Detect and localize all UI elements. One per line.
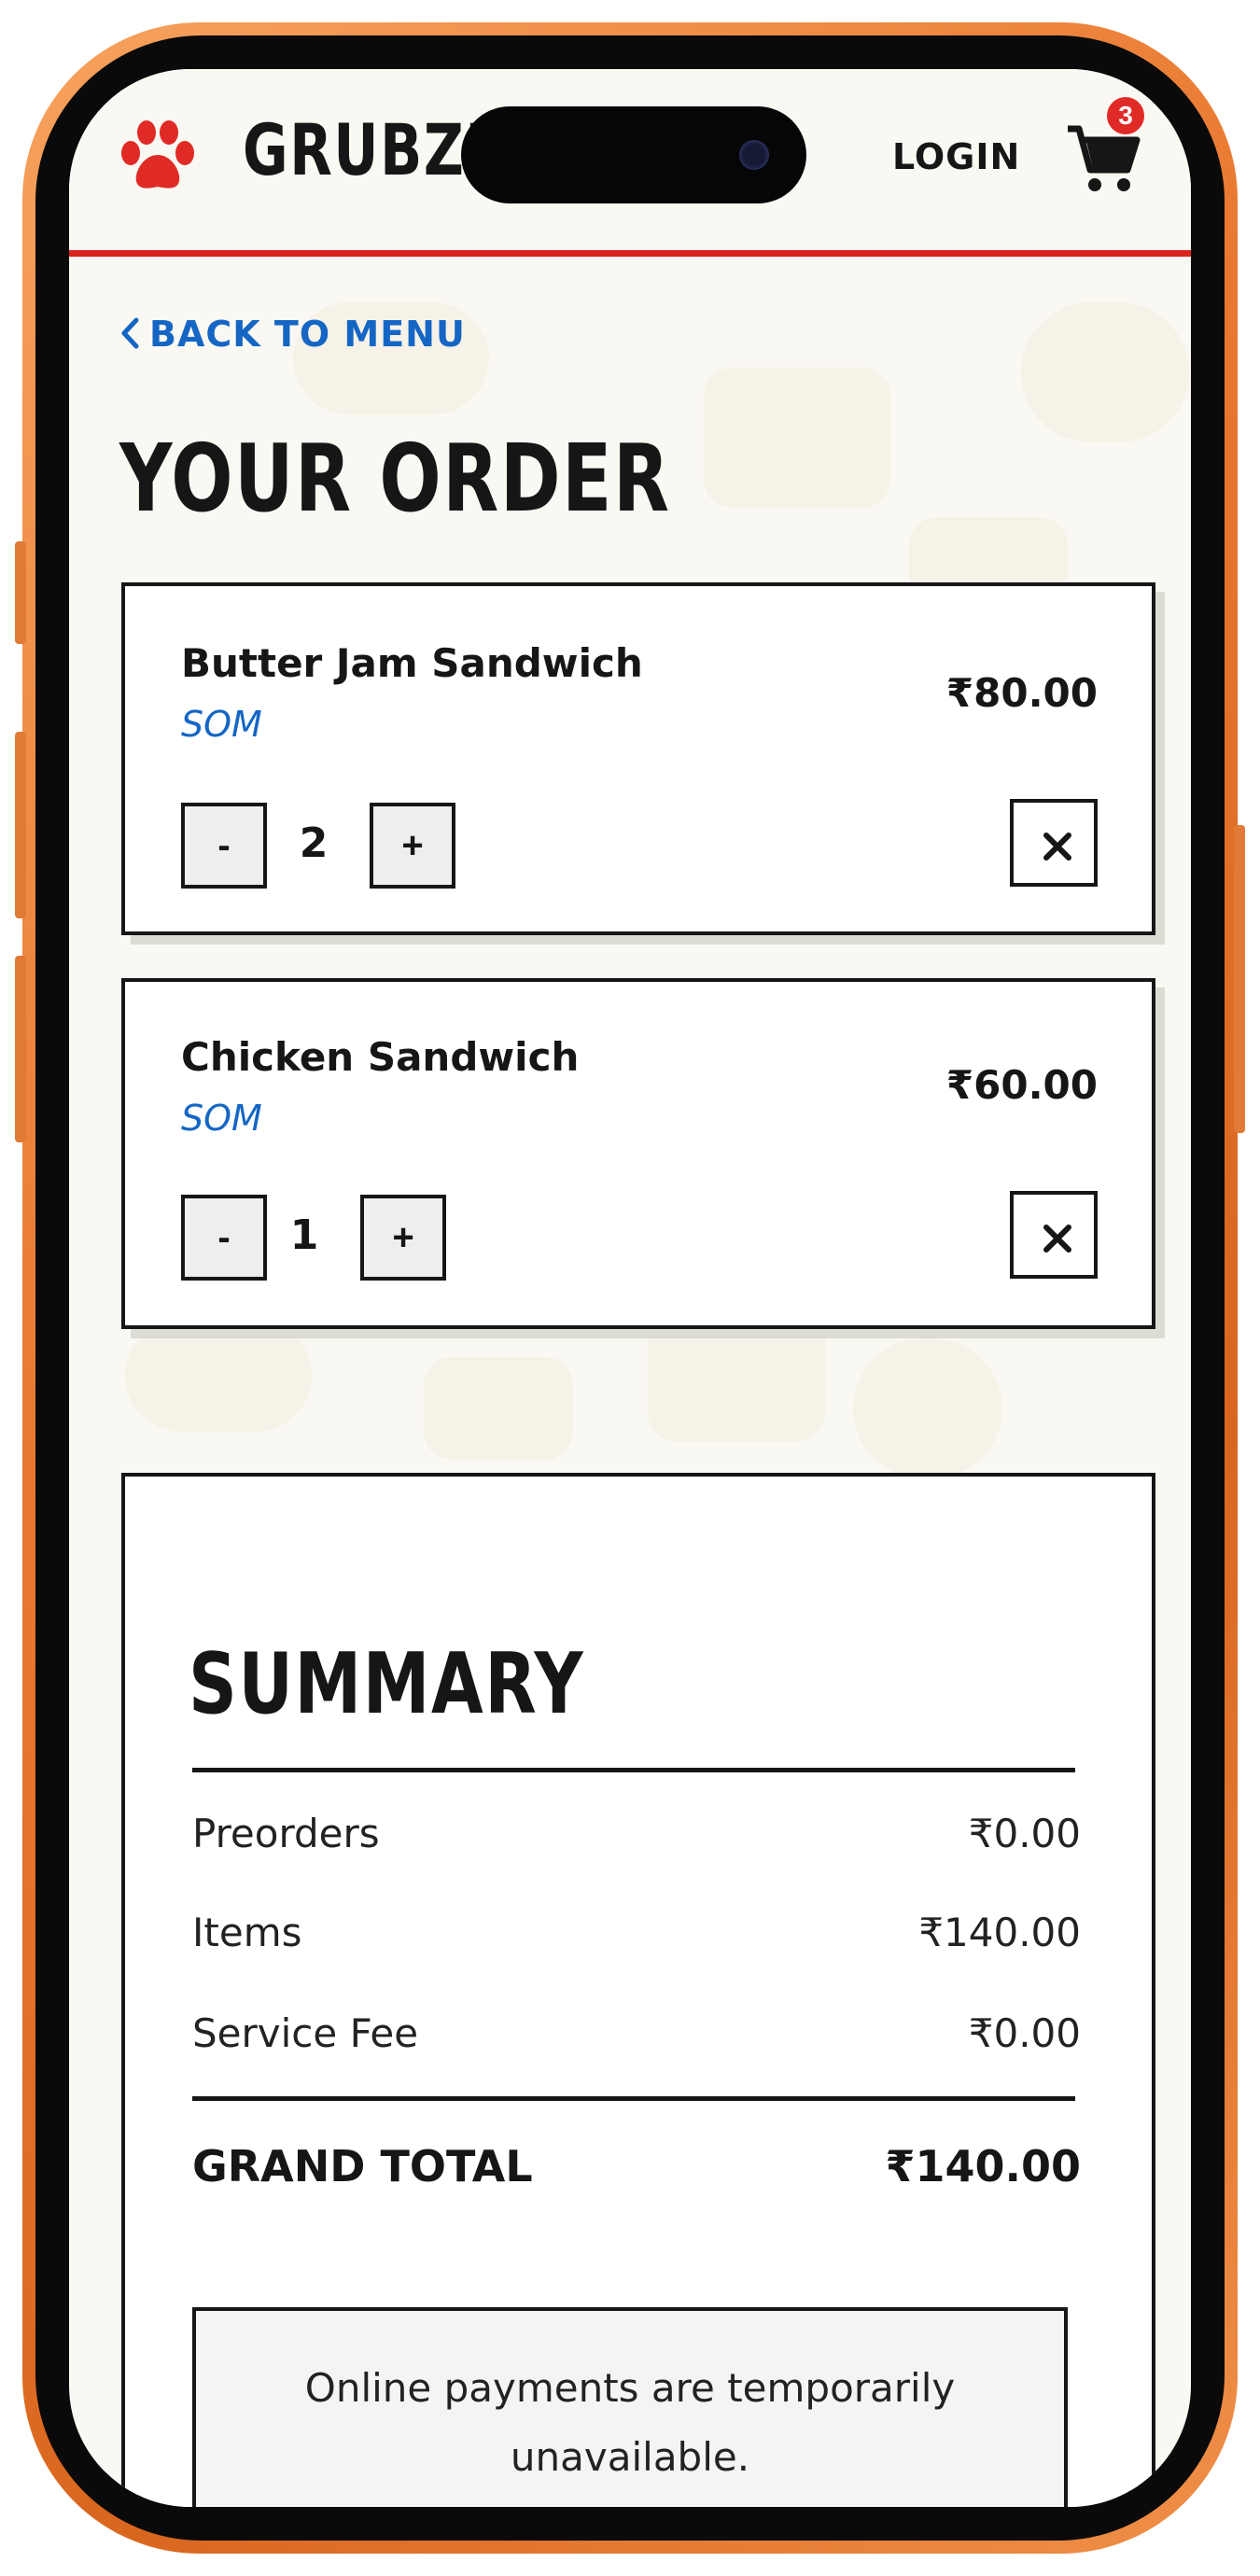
preorders-label: Preorders — [192, 1811, 380, 1856]
decrease-quantity-button[interactable]: - — [181, 1195, 267, 1281]
background-doodle — [125, 1320, 312, 1432]
background-doodle — [704, 368, 890, 508]
action-button — [15, 541, 26, 644]
decrease-quantity-button[interactable]: - — [181, 803, 267, 889]
background-doodle — [1021, 302, 1189, 442]
item-name: Chicken Sandwich — [181, 1034, 580, 1080]
order-item-card: Butter Jam Sandwich SOM ₹80.00 - 2 + — [121, 582, 1155, 935]
payment-unavailable-notice: Online payments are temporarily unavaila… — [192, 2307, 1068, 2507]
item-vendor: SOM — [181, 1098, 262, 1139]
divider — [192, 1768, 1075, 1772]
login-button[interactable]: LOGIN — [892, 136, 1020, 177]
app-screen: GRUBZI LOGIN 3 BACK TO MENU YOUR ORDER B… — [69, 69, 1191, 2507]
items-value: ₹140.00 — [918, 1910, 1081, 1955]
item-quantity: 2 — [299, 819, 329, 867]
brand-logo-text[interactable]: GRUBZI — [243, 108, 487, 191]
service-fee-label: Service Fee — [192, 2010, 419, 2056]
grand-total-label: GRAND TOTAL — [192, 2141, 533, 2191]
volume-down-button — [15, 956, 26, 1142]
service-fee-value: ₹0.00 — [968, 2010, 1081, 2056]
front-camera — [739, 140, 769, 170]
item-vendor: SOM — [181, 704, 262, 745]
grand-total-value: ₹140.00 — [885, 2141, 1081, 2191]
divider — [192, 2096, 1075, 2101]
increase-quantity-button[interactable]: + — [370, 803, 455, 889]
background-doodle — [648, 1310, 825, 1441]
background-doodle — [853, 1338, 1002, 1478]
summary-title: SUMMARY — [189, 1635, 585, 1733]
paw-logo-icon — [121, 120, 194, 189]
order-item-card: Chicken Sandwich SOM ₹60.00 - 1 + — [121, 978, 1155, 1329]
close-icon — [1043, 1225, 1071, 1253]
item-quantity: 1 — [289, 1211, 319, 1259]
chevron-left-icon — [121, 317, 139, 349]
back-label: BACK TO MENU — [149, 314, 466, 355]
power-button — [1234, 825, 1245, 1133]
cart-count-badge: 3 — [1107, 97, 1144, 134]
preorders-value: ₹0.00 — [968, 1811, 1081, 1856]
item-price: ₹60.00 — [945, 1062, 1098, 1108]
item-price: ₹80.00 — [945, 670, 1098, 716]
items-label: Items — [192, 1910, 302, 1955]
volume-up-button — [15, 732, 26, 918]
dynamic-island — [461, 106, 806, 203]
increase-quantity-button[interactable]: + — [360, 1195, 446, 1281]
back-to-menu-link[interactable]: BACK TO MENU — [119, 314, 466, 355]
remove-item-button[interactable] — [1010, 1191, 1098, 1279]
page-title: YOUR ORDER — [119, 424, 671, 533]
item-name: Butter Jam Sandwich — [181, 640, 643, 686]
remove-item-button[interactable] — [1010, 799, 1098, 887]
order-summary: SUMMARY Preorders ₹0.00 Items ₹140.00 Se… — [121, 1473, 1155, 2507]
close-icon — [1043, 833, 1071, 861]
background-doodle — [424, 1357, 573, 1460]
top-bar: GRUBZI LOGIN 3 — [69, 69, 1191, 257]
